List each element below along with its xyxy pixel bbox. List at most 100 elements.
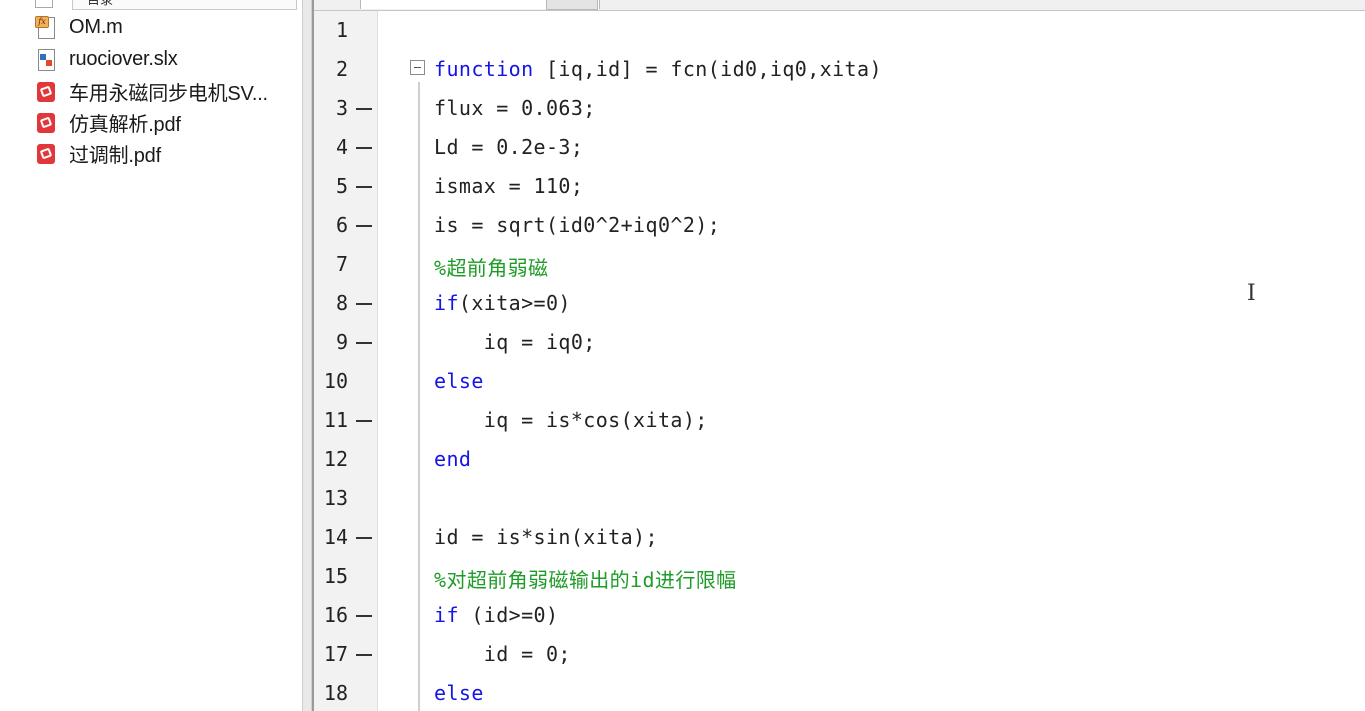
code-line[interactable]: 1 [314,11,1365,50]
file-name: 仿真解析.pdf [69,114,181,136]
breakpoint-marker-dash[interactable] [356,342,372,344]
line-number: 9 [335,330,348,354]
comment-token: %超前角弱磁 [434,256,549,280]
code-text: end [434,447,471,471]
file-name: ruociover.slx [69,48,178,70]
breakpoint-marker-dash[interactable] [356,147,372,149]
comment-token: %对超前角弱磁输出的id进行限幅 [434,568,737,592]
code-token: id = 0; [434,642,571,666]
code-line[interactable]: 16 if (id>=0) [314,596,1365,635]
code-line[interactable]: 7 %超前角弱磁 [314,245,1365,284]
pdf-icon [35,111,57,135]
simulink-model-icon [35,48,57,72]
code-text: if (id>=0) [434,603,558,627]
code-line[interactable]: 12 end [314,440,1365,479]
code-line[interactable]: 15 %对超前角弱磁输出的id进行限幅 [314,557,1365,596]
code-line[interactable]: 4 Ld = 0.2e-3; [314,128,1365,167]
code-line[interactable]: 8 if(xita>=0) [314,284,1365,323]
keyword-token: if [434,603,459,627]
editor-tab-inactive[interactable] [546,0,598,10]
line-number: 17 [323,642,348,666]
code-text: id = is*sin(xita); [434,525,658,549]
line-number: 1 [335,18,348,42]
line-number: 18 [323,681,348,705]
pdf-icon [35,80,57,104]
breakpoint-marker-dash[interactable] [356,186,372,188]
code-token: [iq,id] = fcn(id0,iq0,xita) [533,57,882,81]
line-number: 13 [323,486,348,510]
code-text: Ld = 0.2e-3; [434,135,583,159]
keyword-token: if [434,291,459,315]
editor-tab-strip [314,0,1365,11]
file-item-pdf-simulation[interactable]: 仿真解析.pdf [35,107,300,138]
line-number: 16 [323,603,348,627]
file-item-pdf-sv[interactable]: 车用永磁同步电机SV... [35,76,300,107]
code-line[interactable]: 2 function [iq,id] = fcn(id0,iq0,xita) [314,50,1365,89]
breakpoint-marker-dash[interactable] [356,225,372,227]
code-editor[interactable]: 1 2 function [iq,id] = fcn(id0,iq0,xita) 3 f… [312,0,1365,711]
line-number: 4 [335,135,348,159]
code-text: is = sqrt(id0^2+iq0^2); [434,213,720,237]
code-line[interactable]: 6 is = sqrt(id0^2+iq0^2); [314,206,1365,245]
code-text: function [iq,id] = fcn(id0,iq0,xita) [434,57,882,81]
breakpoint-marker-dash[interactable] [356,654,372,656]
code-token: id = is*sin(xita); [434,525,658,549]
breakpoint-marker-dash[interactable] [356,615,372,617]
file-name: 过调制.pdf [69,145,161,167]
line-number: 6 [335,213,348,237]
code-text: %超前角弱磁 [434,252,548,281]
text-cursor-icon: I [1247,281,1256,306]
code-text: else [434,681,484,705]
breakpoint-marker-dash[interactable] [356,303,372,305]
current-folder-panel: 目录 fx OM.m ruociover.slx 车用永磁同步电机SV... 仿… [0,0,302,711]
code-line[interactable]: 14 id = is*sin(xita); [314,518,1365,557]
line-number: 14 [323,525,348,549]
code-line[interactable]: 13 [314,479,1365,518]
code-text: flux = 0.063; [434,96,596,120]
code-line[interactable]: 18 else [314,674,1365,711]
file-name: OM.m [69,16,123,38]
keyword-token: else [434,369,484,393]
keyword-token: end [434,447,472,471]
line-number: 15 [323,564,348,588]
column-header-name[interactable]: 目录 [72,0,297,10]
code-line[interactable]: 9 iq = iq0; [314,323,1365,362]
code-token: is = sqrt(id0^2+iq0^2); [434,213,721,237]
code-text: ismax = 110; [434,174,583,198]
breakpoint-marker-dash[interactable] [356,537,372,539]
code-text: %对超前角弱磁输出的id进行限幅 [434,564,737,593]
code-line[interactable]: 10 else [314,362,1365,401]
file-item-pdf-overmodulation[interactable]: 过调制.pdf [35,138,300,169]
pdf-icon [35,142,57,166]
breakpoint-marker-dash[interactable] [356,108,372,110]
line-number: 5 [335,174,348,198]
code-token: (xita>=0) [458,291,571,315]
code-token: (id>=0) [458,603,559,627]
code-text: else [434,369,484,393]
keyword-token: function [434,57,534,81]
matlab-function-file-icon: fx [35,15,57,40]
code-text: iq = is*cos(xita); [434,408,708,432]
code-line[interactable]: 3 flux = 0.063; [314,89,1365,128]
select-all-checkbox[interactable] [35,0,53,8]
file-item-om-m[interactable]: fx OM.m [35,12,300,43]
line-number: 2 [335,57,348,81]
line-number: 11 [323,408,348,432]
breakpoint-marker-dash[interactable] [356,420,372,422]
code-line[interactable]: 17 id = 0; [314,635,1365,674]
keyword-token: else [434,681,484,705]
file-item-ruociover-slx[interactable]: ruociover.slx [35,44,300,75]
code-text: if(xita>=0) [434,291,571,315]
panel-header-strip: 目录 [0,0,302,12]
code-line[interactable]: 11 iq = is*cos(xita); [314,401,1365,440]
code-token: iq = iq0; [434,330,596,354]
code-token: flux = 0.063; [434,96,596,120]
code-token: ismax = 110; [434,174,584,198]
code-token: Ld = 0.2e-3; [434,135,584,159]
code-text: id = 0; [434,642,571,666]
line-number: 10 [323,369,348,393]
panel-splitter[interactable] [302,0,312,711]
code-line[interactable]: 5 ismax = 110; [314,167,1365,206]
line-number: 12 [323,447,348,471]
file-name: 车用永磁同步电机SV... [69,83,268,105]
